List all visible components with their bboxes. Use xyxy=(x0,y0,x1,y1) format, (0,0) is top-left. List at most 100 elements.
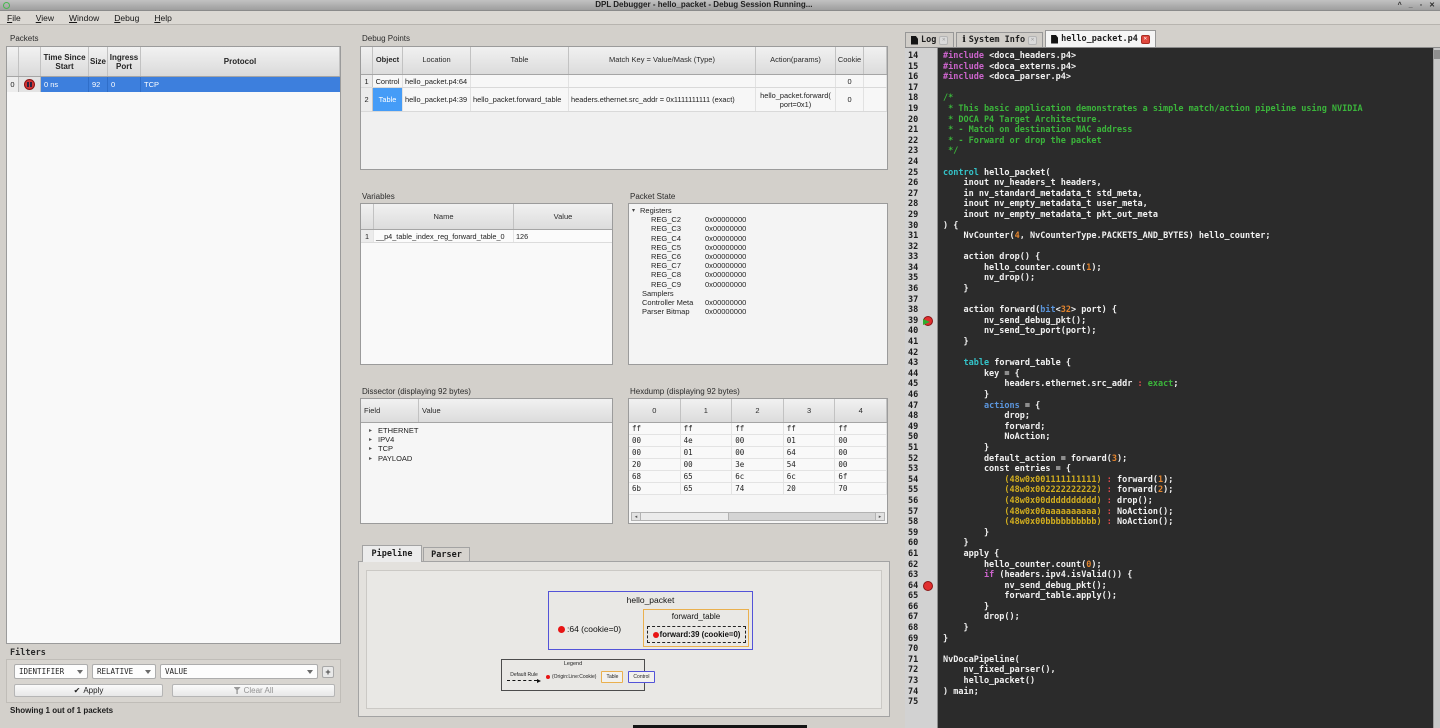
line-number-29[interactable]: 29 xyxy=(905,210,937,221)
line-number-16[interactable]: 16 xyxy=(905,72,937,83)
line-number-72[interactable]: 72 xyxy=(905,665,937,676)
packet-state-row[interactable]: REG_C20x00000000 xyxy=(629,215,887,224)
var-col-value[interactable]: Value xyxy=(514,204,612,229)
line-number-52[interactable]: 52 xyxy=(905,454,937,465)
debug-point-row-1[interactable]: 1Controlhello_packet.p4:640 xyxy=(361,75,887,88)
packet-state-row[interactable]: Parser Bitmap0x00000000 xyxy=(629,307,887,316)
relative-dropdown[interactable]: RELATIVE xyxy=(92,664,156,679)
close-tab-icon[interactable]: ✕ xyxy=(1028,36,1037,45)
dp-col-action[interactable]: Action(params) xyxy=(756,47,836,74)
line-number-70[interactable]: 70 xyxy=(905,644,937,655)
line-number-15[interactable]: 15 xyxy=(905,62,937,73)
dp-col-object[interactable]: Object xyxy=(373,47,403,74)
line-number-43[interactable]: 43 xyxy=(905,358,937,369)
line-number-38[interactable]: 38 xyxy=(905,305,937,316)
line-number-20[interactable]: 20 xyxy=(905,115,937,126)
packet-row[interactable]: 0 0 ns 92 0 TCP xyxy=(7,77,340,92)
tab-pipeline[interactable]: Pipeline xyxy=(362,545,422,562)
line-number-54[interactable]: 54 xyxy=(905,475,937,486)
dissector-col-field[interactable]: Field xyxy=(361,399,419,422)
clear-all-filters-button[interactable]: Clear All xyxy=(172,684,335,697)
line-number-45[interactable]: 45 xyxy=(905,379,937,390)
line-number-23[interactable]: 23 xyxy=(905,146,937,157)
close-button[interactable]: ✕ xyxy=(1429,1,1435,10)
line-number-25[interactable]: 25 xyxy=(905,168,937,179)
tab-system-info[interactable]: iSystem Info✕ xyxy=(956,32,1043,47)
line-number-53[interactable]: 53 xyxy=(905,464,937,475)
expand-arrow-icon[interactable]: ▸ xyxy=(369,436,378,443)
line-number-75[interactable]: 75 xyxy=(905,697,937,708)
dissector-item-ipv4[interactable]: ▸IPV4 xyxy=(361,435,612,444)
apply-filter-button[interactable]: ✔ Apply xyxy=(14,684,163,697)
expand-arrow-icon[interactable]: ▸ xyxy=(369,455,378,462)
scrollbar-thumb[interactable] xyxy=(641,513,729,520)
line-number-18[interactable]: 18 xyxy=(905,93,937,104)
line-number-46[interactable]: 46 xyxy=(905,390,937,401)
line-number-61[interactable]: 61 xyxy=(905,549,937,560)
line-number-58[interactable]: 58 xyxy=(905,517,937,528)
pipeline-table-node[interactable]: forward_table forward:39 (cookie=0) xyxy=(643,609,749,647)
dissector-item-tcp[interactable]: ▸TCP xyxy=(361,444,612,453)
dp-col-location[interactable]: Location xyxy=(403,47,471,74)
packet-state-row[interactable]: ▾Registers xyxy=(629,206,887,215)
menu-item-help[interactable]: Help xyxy=(154,13,171,23)
maximize-button[interactable]: ▫ xyxy=(1420,1,1422,10)
code-editor[interactable]: 1415161718192021222324252627282930313233… xyxy=(905,47,1440,728)
tab-log[interactable]: Log✕ xyxy=(905,32,954,47)
menu-item-window[interactable]: Window xyxy=(69,13,99,23)
line-number-48[interactable]: 48 xyxy=(905,411,937,422)
line-number-28[interactable]: 28 xyxy=(905,199,937,210)
current-breakpoint-icon[interactable] xyxy=(923,316,933,326)
hexdump-col-1[interactable]: 1 xyxy=(681,399,733,422)
line-number-14[interactable]: 14 xyxy=(905,51,937,62)
line-number-27[interactable]: 27 xyxy=(905,189,937,200)
hexdump-col-2[interactable]: 2 xyxy=(732,399,784,422)
hexdump-h-scrollbar[interactable]: ◂ ▸ xyxy=(631,512,885,521)
close-tab-icon[interactable]: ✕ xyxy=(1141,35,1150,44)
line-number-31[interactable]: 31 xyxy=(905,231,937,242)
packet-state-row[interactable]: REG_C40x00000000 xyxy=(629,234,887,243)
add-filter-button[interactable]: + xyxy=(322,666,334,678)
line-number-32[interactable]: 32 xyxy=(905,242,937,253)
expand-arrow-icon[interactable]: ▸ xyxy=(369,427,378,434)
line-number-17[interactable]: 17 xyxy=(905,83,937,94)
line-number-71[interactable]: 71 xyxy=(905,655,937,666)
control-debug-point[interactable]: :64 (cookie=0) xyxy=(558,624,621,634)
line-number-51[interactable]: 51 xyxy=(905,443,937,454)
line-number-68[interactable]: 68 xyxy=(905,623,937,634)
value-dropdown[interactable]: VALUE xyxy=(160,664,318,679)
packet-state-row[interactable]: REG_C90x00000000 xyxy=(629,280,887,289)
line-number-44[interactable]: 44 xyxy=(905,369,937,380)
line-number-42[interactable]: 42 xyxy=(905,348,937,359)
editor-v-scrollbar[interactable] xyxy=(1433,48,1440,728)
line-number-34[interactable]: 34 xyxy=(905,263,937,274)
tab-hello-packet-p4[interactable]: hello_packet.p4✕ xyxy=(1045,30,1156,47)
menu-item-file[interactable]: File xyxy=(7,13,21,23)
line-number-66[interactable]: 66 xyxy=(905,602,937,613)
line-number-60[interactable]: 60 xyxy=(905,538,937,549)
line-number-30[interactable]: 30 xyxy=(905,221,937,232)
line-number-59[interactable]: 59 xyxy=(905,528,937,539)
expand-arrow-icon[interactable]: ▸ xyxy=(369,445,378,452)
line-number-56[interactable]: 56 xyxy=(905,496,937,507)
packet-state-row[interactable]: REG_C50x00000000 xyxy=(629,243,887,252)
line-number-55[interactable]: 55 xyxy=(905,485,937,496)
dp-col-cookie[interactable]: Cookie xyxy=(836,47,864,74)
packet-state-row[interactable]: Samplers xyxy=(629,289,887,298)
debug-point-row-2[interactable]: 2Tablehello_packet.p4:39hello_packet.for… xyxy=(361,88,887,112)
breakpoint-icon[interactable] xyxy=(923,581,933,591)
shade-button[interactable]: ^ xyxy=(1398,1,1402,10)
identifier-dropdown[interactable]: IDENTIFIER xyxy=(14,664,88,679)
packet-state-row[interactable]: Controller Meta0x00000000 xyxy=(629,298,887,307)
line-number-26[interactable]: 26 xyxy=(905,178,937,189)
hexdump-col-4[interactable]: 4 xyxy=(835,399,887,422)
hexdump-col-0[interactable]: 0 xyxy=(629,399,681,422)
packets-col-size[interactable]: Size xyxy=(89,47,108,76)
line-number-62[interactable]: 62 xyxy=(905,560,937,571)
dp-col-match[interactable]: Match Key = Value/Mask (Type) xyxy=(569,47,756,74)
dissector-item-payload[interactable]: ▸PAYLOAD xyxy=(361,454,612,463)
line-number-22[interactable]: 22 xyxy=(905,136,937,147)
close-tab-icon[interactable]: ✕ xyxy=(939,36,948,45)
packet-state-row[interactable]: REG_C60x00000000 xyxy=(629,252,887,261)
dissector-item-ethernet[interactable]: ▸ETHERNET xyxy=(361,426,612,435)
